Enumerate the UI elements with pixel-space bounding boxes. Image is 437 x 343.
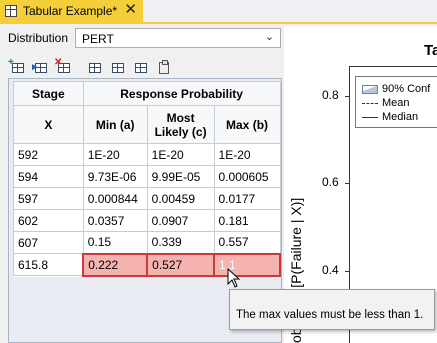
table-cell[interactable]: 0.181 [213,209,281,232]
table-cell[interactable]: 9.99E-05 [146,165,215,188]
table-row: 607 0.15 0.339 0.557 [13,231,281,254]
distribution-label: Distribution [8,31,69,45]
table-cell[interactable]: 0.000844 [82,187,148,210]
paste-table-button[interactable] [133,61,149,75]
chart-title: Ta [424,42,437,59]
table-row: 594 9.73E-06 9.99E-05 0.000605 [13,165,281,188]
table-cell[interactable]: 592 [13,143,84,166]
table-cell[interactable]: 0.0907 [146,209,215,232]
chevron-down-icon: ⌄ [264,31,274,43]
data-table: Stage Response Probability X Min (a) Mos… [13,81,281,277]
column-header-most-likely[interactable]: Most Likely (c) [146,105,215,144]
insert-row-button[interactable]: ► [30,61,49,75]
delete-row-button[interactable]: ✕ [54,58,72,75]
stage-header[interactable]: Stage [13,81,84,106]
table-cell[interactable]: 0.339 [146,231,215,254]
column-header-x[interactable]: X [13,105,84,144]
y-tick [345,271,349,272]
table-cell[interactable]: 1E-20 [213,143,281,166]
table-cell[interactable]: 1E-20 [146,143,215,166]
table-cell[interactable]: 594 [13,165,84,188]
table-icon [89,63,101,73]
mouse-cursor-icon [227,268,241,288]
y-tick-label: 0.8 [322,88,339,102]
column-header-max[interactable]: Max (b) [213,105,281,144]
tab-title: Tabular Example* [23,4,118,18]
table-cell-error[interactable]: 0.222 [82,252,149,277]
distribution-dropdown[interactable]: PERT ⌄ [75,28,281,48]
clipboard-icon [159,60,169,74]
table-row: 592 1E-20 1E-20 1E-20 [13,143,281,166]
table-button[interactable] [87,61,103,75]
table-cell[interactable]: 9.73E-06 [82,165,148,188]
table-toolbar: + ► ✕ [8,58,179,77]
area-swatch-icon [362,84,378,94]
table-cell[interactable]: 0.0357 [82,209,148,232]
tab-tabular-example[interactable]: Tabular Example* ✕ [0,0,143,22]
column-header-min[interactable]: Min (a) [82,105,148,144]
tooltip-text: The max values must be less than 1. [236,309,424,321]
table-cell[interactable]: 0.557 [213,231,281,254]
legend-item: 90% Conf [362,82,430,96]
table-cell[interactable]: 597 [13,187,84,210]
legend-item: Mean [362,96,410,110]
table-cell[interactable]: 602 [13,209,84,232]
y-tick-label: 0.4 [322,263,339,277]
table-cell[interactable]: 1E-20 [82,143,148,166]
table-cell[interactable]: 0.0177 [213,187,281,210]
legend-item: Median [362,110,418,124]
add-row-button[interactable]: + [8,58,26,75]
copy-table-icon [112,63,124,73]
distribution-selected-value: PERT [82,32,114,46]
clipboard-button[interactable] [156,60,172,75]
response-probability-header[interactable]: Response Probability [82,81,281,106]
table-cell-error[interactable]: 0.527 [146,252,216,277]
copy-table-button[interactable] [110,61,126,75]
document-tab-strip: Tabular Example* ✕ [0,0,437,24]
table-cell[interactable]: 607 [13,231,84,254]
grid-table-icon [5,5,17,17]
table-cell[interactable]: 0.00459 [146,187,215,210]
table-cell[interactable]: 0.15 [82,231,148,254]
y-tick [345,96,349,97]
table-cell-error[interactable]: 1.1 [213,252,281,277]
table-cell[interactable]: 615.8 [13,253,84,276]
chart-legend: 90% Conf Mean Median [355,76,437,128]
dashed-line-icon [362,102,378,104]
y-tick-label: 0.6 [322,175,339,189]
solid-line-icon [362,116,378,118]
table-row: 602 0.0357 0.0907 0.181 [13,209,281,232]
table-cell[interactable]: 0.000605 [213,165,281,188]
paste-table-icon [135,63,147,73]
y-tick [345,183,349,184]
close-icon[interactable]: ✕ [124,2,137,18]
validation-tooltip: The max values must be less than 1. [229,289,435,330]
table-row: 597 0.000844 0.00459 0.0177 [13,187,281,210]
